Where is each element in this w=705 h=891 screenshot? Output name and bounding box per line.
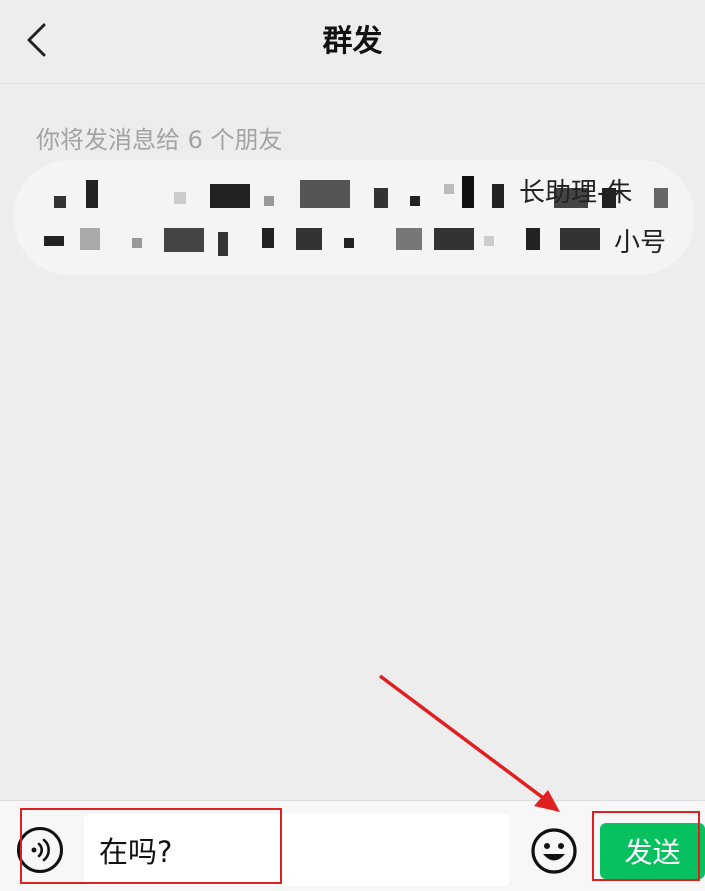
annotation-arrow: [378, 674, 560, 812]
